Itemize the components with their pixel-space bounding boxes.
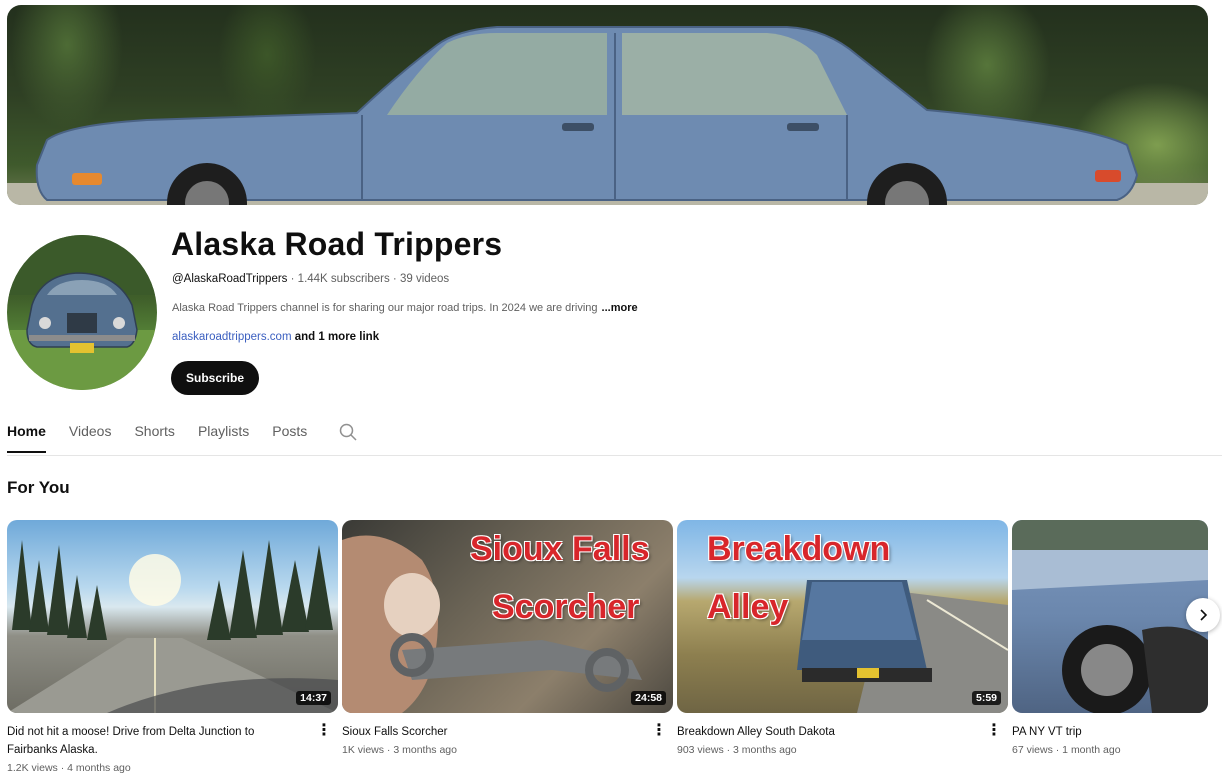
channel-handle: @AlaskaRoadTrippers bbox=[172, 273, 288, 285]
section-title: For You bbox=[7, 478, 70, 497]
chevron-right-icon bbox=[1200, 609, 1208, 621]
search-icon[interactable] bbox=[338, 422, 358, 447]
tab-posts[interactable]: Posts bbox=[272, 420, 307, 450]
thumbnail-overlay-text: Alley bbox=[707, 588, 789, 626]
video-meta: 67 views · 1 month ago bbox=[1012, 744, 1121, 756]
tab-shorts[interactable]: Shorts bbox=[134, 420, 174, 450]
more-vert-icon[interactable]: ⋮ bbox=[986, 723, 1002, 739]
video-duration: 5:59 bbox=[971, 691, 1001, 705]
channel-tabs: Home Videos Shorts Playlists Posts bbox=[7, 420, 358, 456]
forest-road-image bbox=[7, 540, 338, 713]
channel-description[interactable]: Alaska Road Trippers channel is for shar… bbox=[172, 302, 638, 314]
carousel-next-button[interactable] bbox=[1186, 598, 1220, 632]
video-title[interactable]: Sioux Falls Scorcher bbox=[342, 723, 642, 741]
tabs-divider bbox=[7, 455, 1222, 456]
video-meta: 903 views · 3 months ago bbox=[677, 744, 797, 756]
video-count: 39 videos bbox=[399, 273, 450, 285]
thumbnail-overlay-text: Breakdown bbox=[707, 530, 891, 568]
video-thumbnail[interactable]: 14:37 bbox=[7, 520, 338, 713]
channel-title: Alaska Road Trippers bbox=[171, 226, 503, 262]
description-text: Alaska Road Trippers channel is for shar… bbox=[172, 302, 598, 314]
tab-playlists[interactable]: Playlists bbox=[198, 420, 249, 450]
description-more-link[interactable]: ...more bbox=[602, 302, 638, 314]
avatar-car-image bbox=[7, 235, 157, 390]
more-vert-icon[interactable]: ⋮ bbox=[316, 723, 332, 739]
more-links-button[interactable]: and 1 more link bbox=[292, 331, 379, 343]
tab-home[interactable]: Home bbox=[7, 420, 46, 453]
banner-car-image bbox=[35, 26, 1139, 205]
video-thumbnail[interactable]: Breakdown Alley 5:59 bbox=[677, 520, 1008, 713]
video-duration: 14:37 bbox=[296, 691, 331, 705]
thumbnail-overlay-text: Sioux Falls bbox=[470, 530, 650, 568]
video-title[interactable]: Breakdown Alley South Dakota bbox=[677, 723, 977, 741]
video-title[interactable]: Did not hit a moose! Drive from Delta Ju… bbox=[7, 723, 307, 759]
more-vert-icon[interactable]: ⋮ bbox=[651, 723, 667, 739]
car-wheel-image bbox=[1012, 520, 1208, 713]
video-title[interactable]: PA NY VT trip bbox=[1012, 723, 1182, 741]
channel-meta: @AlaskaRoadTrippers · 1.44K subscribers … bbox=[172, 273, 450, 285]
video-meta: 1.2K views · 4 months ago bbox=[7, 762, 131, 774]
website-link[interactable]: alaskaroadtrippers.com bbox=[172, 331, 292, 343]
subscribe-button[interactable]: Subscribe bbox=[171, 361, 259, 395]
channel-links: alaskaroadtrippers.com and 1 more link bbox=[172, 331, 379, 343]
channel-avatar[interactable] bbox=[7, 235, 157, 390]
video-card[interactable]: Breakdown Alley 5:59 Breakdown Alley Sou… bbox=[677, 520, 1008, 756]
video-card[interactable]: Sioux Falls Scorcher 24:58 Sioux Falls S… bbox=[342, 520, 673, 756]
video-thumbnail[interactable] bbox=[1012, 520, 1208, 713]
channel-banner bbox=[7, 5, 1208, 205]
video-duration: 24:58 bbox=[631, 691, 666, 705]
video-meta: 1K views · 3 months ago bbox=[342, 744, 457, 756]
video-thumbnail[interactable]: Sioux Falls Scorcher 24:58 bbox=[342, 520, 673, 713]
video-card[interactable]: PA NY VT trip 67 views · 1 month ago bbox=[1012, 520, 1208, 756]
tab-videos[interactable]: Videos bbox=[69, 420, 112, 450]
video-card[interactable]: 14:37 Did not hit a moose! Drive from De… bbox=[7, 520, 338, 774]
thumbnail-overlay-text: Scorcher bbox=[492, 588, 640, 626]
subscriber-count: 1.44K subscribers bbox=[297, 273, 390, 285]
